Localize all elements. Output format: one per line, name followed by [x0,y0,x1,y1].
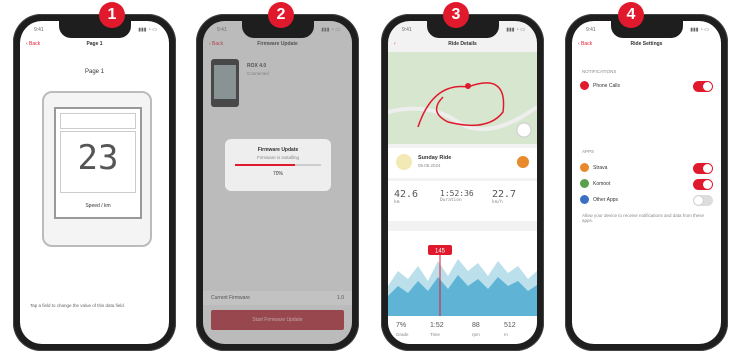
apps-icon [580,195,589,204]
bottom-stat-1-label: Grade [396,332,409,337]
progress-fill [235,164,296,166]
komoot-toggle[interactable] [693,179,713,190]
signal-icon: ▮▮▮ ◔ ▭ [690,27,709,33]
activity-icon [396,154,412,170]
start-marker [465,83,471,89]
stat-speed-value: 22.7 [492,189,517,200]
komoot-icon [580,179,589,188]
signal-icon: ▮▮▮ ◔ ▭ [506,27,525,33]
stat-speed: 22.7 km/h [492,189,532,205]
device-field-label: Speed / km [85,203,111,209]
stat-distance-label: km [394,200,400,205]
page-heading: Page 1 [84,69,105,75]
setting-row-phone-calls[interactable]: Phone Calls [578,79,715,93]
status-time: 9:41 [402,27,412,33]
data-field-top[interactable] [60,113,136,129]
step-badge-4: 4 [618,2,644,28]
bottom-stat-1: 7% [396,322,407,329]
activity-date: 05.05.2024 [418,163,441,168]
stat-speed-label: km/h [492,200,503,205]
bottom-stats: 7% 1:52 88 512 Grade Time rpm m [388,316,537,344]
bike-computer-image: 23 Speed / km [42,91,152,247]
phone-4: 9:41 ▮▮▮ ◔ ▭ ‹ Back Ride Settings NOTIFI… [565,14,728,351]
bottom-stat-3-label: rpm [472,332,480,337]
bottom-stat-4-label: m [504,332,508,337]
setting-row-other-apps[interactable]: Other Apps [578,193,715,207]
other-apps-toggle[interactable] [693,195,713,206]
setting-label: Strava [593,165,608,171]
phone-3-screen: 9:41 ▮▮▮ ◔ ▭ ‹ Ride Details Sunday Ride … [388,21,537,344]
nav-title: Ride Details [448,41,477,47]
phone-4-screen: 9:41 ▮▮▮ ◔ ▭ ‹ Back Ride Settings NOTIFI… [572,21,721,344]
nav-title: Ride Settings [630,41,663,47]
chart-badge-value: 145 [435,249,446,255]
step-badge-2: 2 [268,2,294,28]
progress-bar [235,164,321,166]
bottom-stat-3: 88 [472,322,480,329]
dialog-subtitle: Firmware is installing [256,155,299,160]
setting-label: Other Apps [593,197,619,203]
device-digits: 23 [77,138,119,178]
phone-3: 9:41 ▮▮▮ ◔ ▭ ‹ Ride Details Sunday Ride … [381,14,544,351]
map-locate-icon [516,122,532,138]
signal-icon: ▮▮▮ ◔ ▭ [138,27,157,33]
phone-2: 9:41 ▮▮▮ ◔ ▭ ‹ Back Firmware Update ROX … [196,14,359,351]
setting-label: Phone Calls [593,83,620,89]
nav-bar: ‹ Ride Details [388,38,537,52]
stat-duration-value: 1:52:36 [440,189,474,198]
step-badge-1: 1 [99,2,125,28]
stat-duration-label: Duration [440,198,462,203]
strava-toggle[interactable] [693,163,713,174]
bottom-stat-2-label: Time [430,332,440,337]
strava-icon [580,163,589,172]
dialog-title: Firmware Update [257,147,299,153]
phone-calls-toggle[interactable] [693,81,713,92]
phone-2-screen: 9:41 ▮▮▮ ◔ ▭ ‹ Back Firmware Update ROX … [203,21,352,344]
setting-row-komoot[interactable]: Komoot [578,177,715,191]
setting-label: Komoot [593,181,611,187]
nav-bar: ‹ Back Ride Settings [572,38,721,52]
bottom-stat-2: 1:52 [430,322,444,329]
nav-bar: ‹ Back Page 1 [20,38,169,52]
data-field-main[interactable]: 23 [60,131,136,193]
status-time: 9:41 [34,27,44,33]
heart-rate-chart[interactable]: 145 [388,231,537,319]
setting-row-strava[interactable]: Strava [578,161,715,175]
stats-row: 42.6 km 1:52:36 Duration 22.7 km/h [388,181,537,221]
phone-1-screen: 9:41 ▮▮▮ ◔ ▭ ‹ Back Page 1 Page 1 23 Spe… [20,21,169,344]
stat-distance: 42.6 km [394,189,436,205]
stat-duration: 1:52:36 Duration [440,189,486,203]
section-notifications: NOTIFICATIONS [582,69,617,74]
nav-title: Page 1 [86,41,103,47]
progress-percent: 70% [272,171,283,177]
instruction-text: Tap a field to change the value of this … [30,303,126,308]
status-time: 9:41 [586,27,596,33]
stat-distance-value: 42.6 [394,189,419,200]
section-apps: APPS [582,149,595,154]
activity-title: Sunday Ride [418,155,452,161]
step-badge-3: 3 [443,2,469,28]
phone-icon [580,81,589,90]
settings-note: Allow your device to receive notificatio… [582,213,705,223]
device-screen: 23 Speed / km [54,107,142,219]
firmware-update-dialog: Firmware Update Firmware is installing 7… [225,139,331,191]
route-map[interactable] [388,52,537,144]
activity-header: Sunday Ride 05.05.2024 [388,148,537,178]
phone-1: 9:41 ▮▮▮ ◔ ▭ ‹ Back Page 1 Page 1 23 Spe… [13,14,176,351]
share-icon[interactable] [517,156,529,168]
bottom-stat-4: 512 [504,322,516,329]
